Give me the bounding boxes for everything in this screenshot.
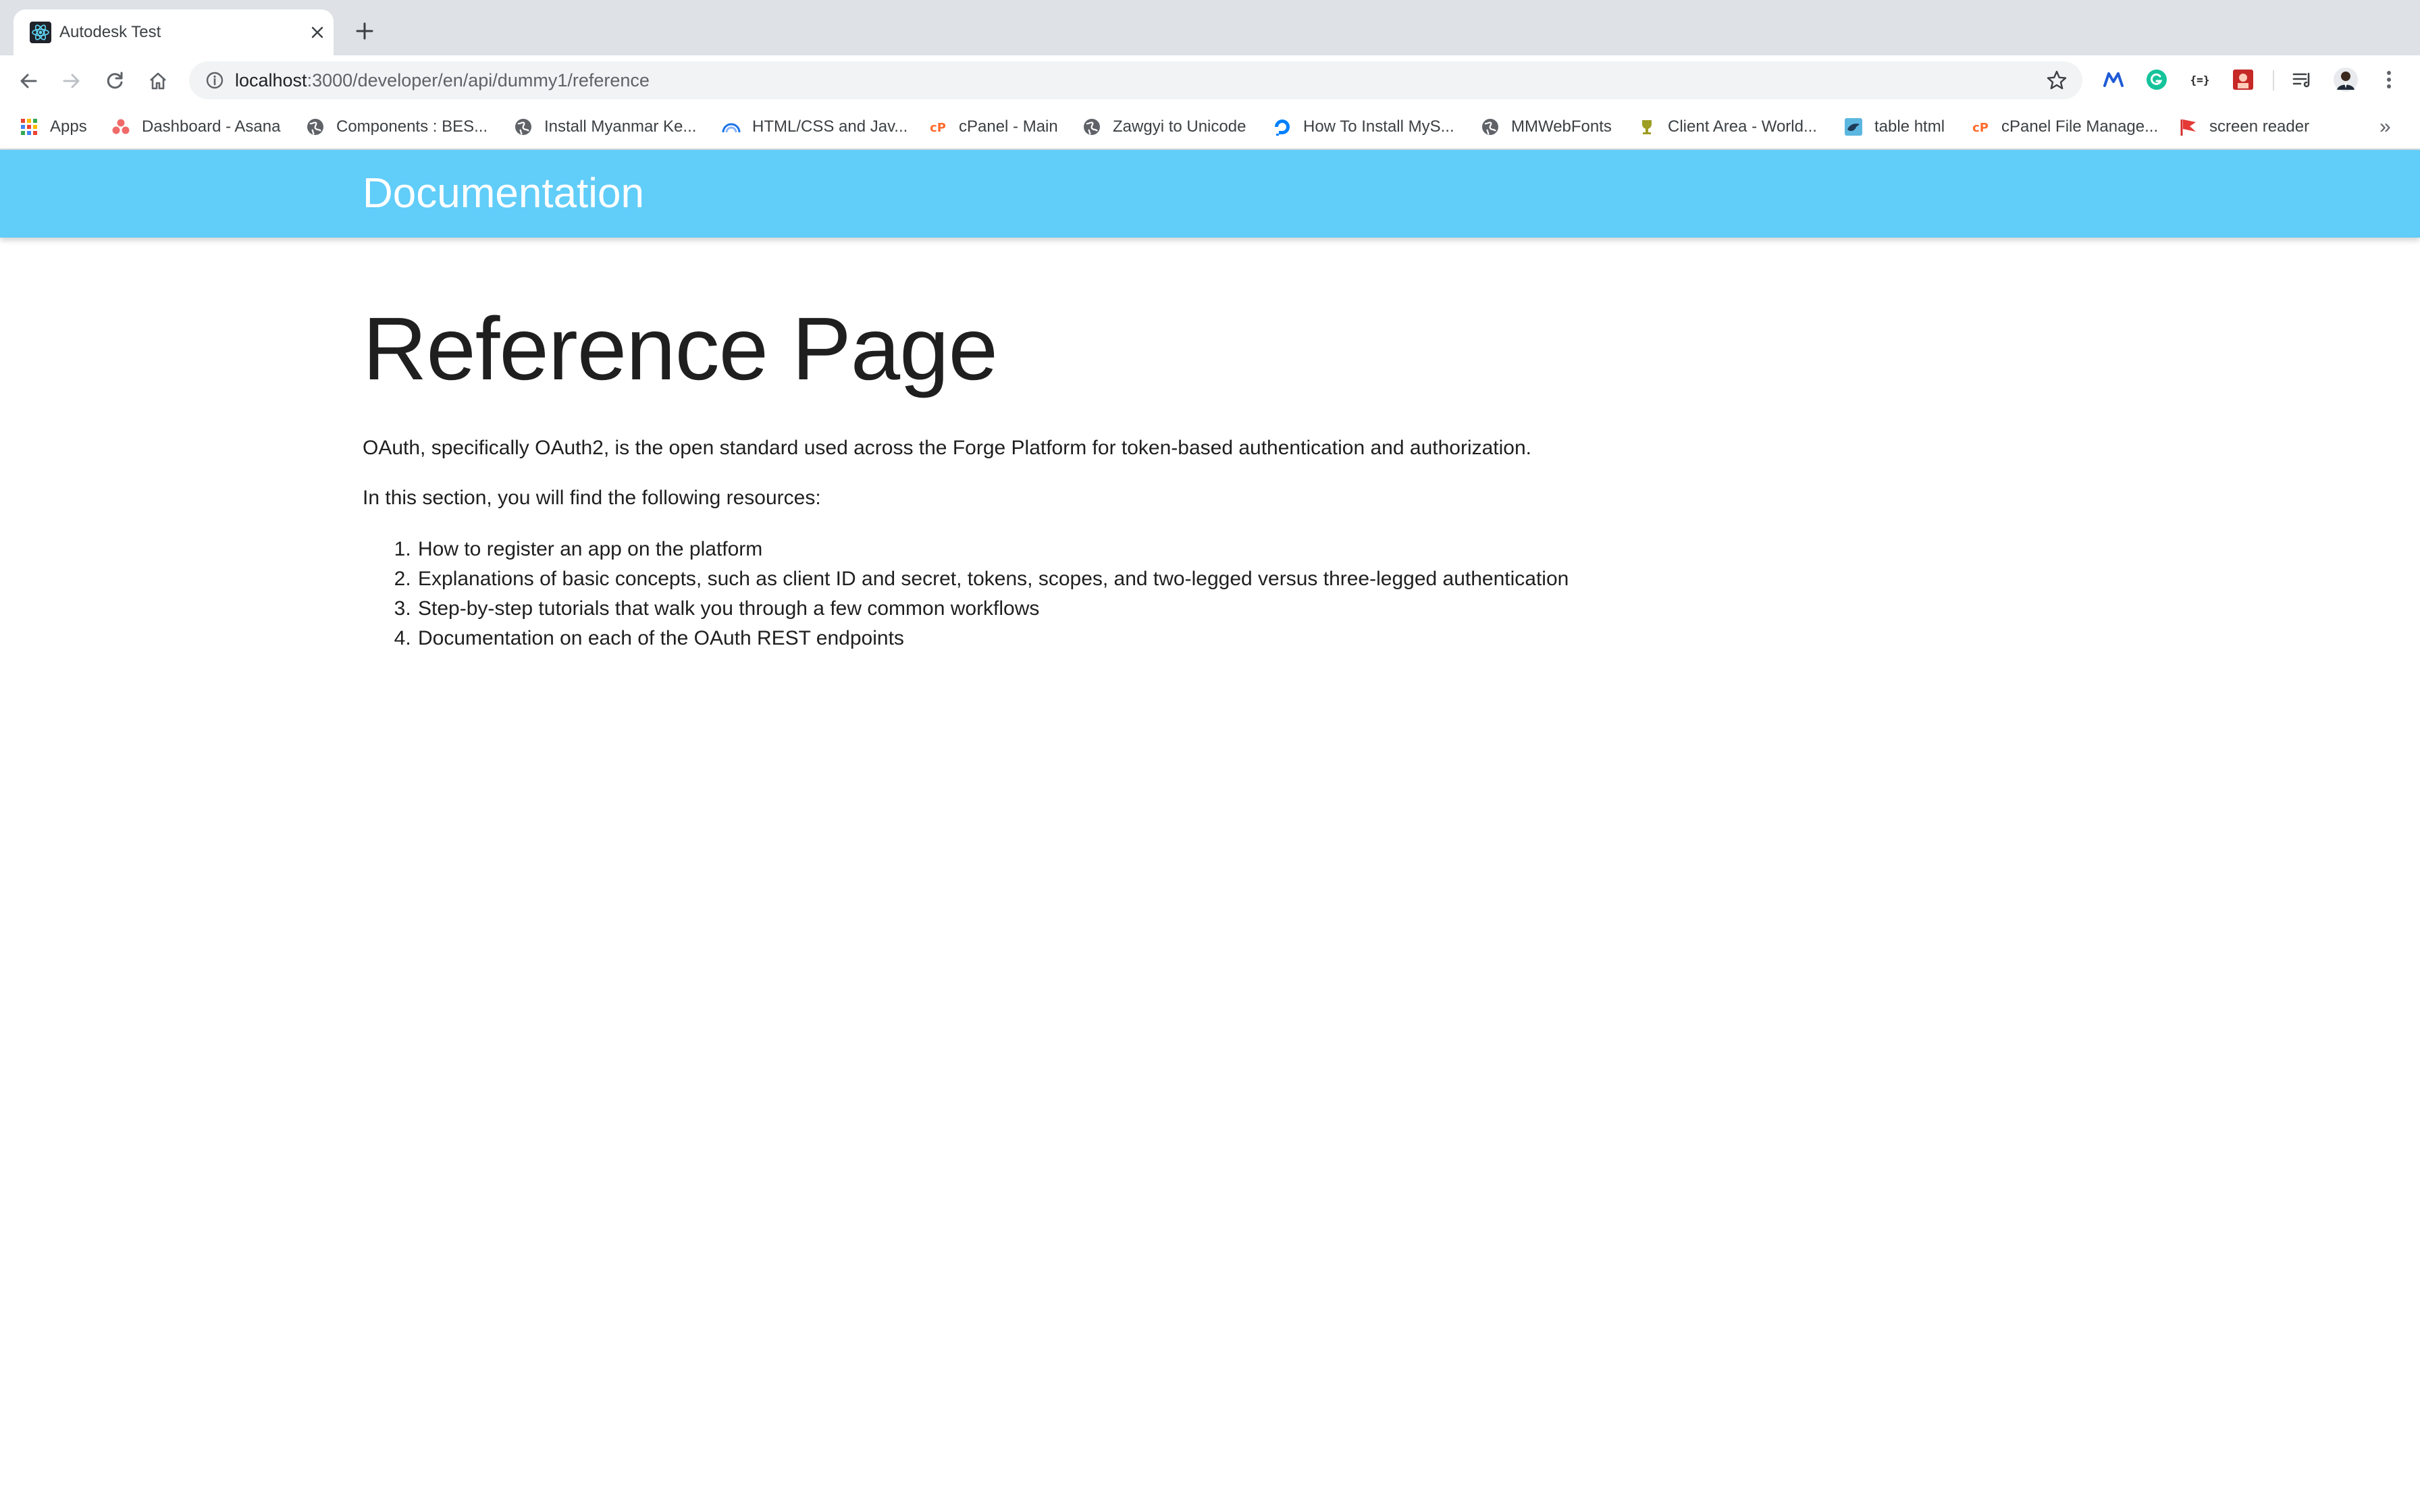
globe-icon [305,117,325,137]
bookmark-screen-reader[interactable]: screen reader [2178,105,2309,148]
globe-icon [1480,117,1500,137]
bookmark-label: Zawgyi to Unicode [1113,117,1246,136]
resources-list: How to register an app on the platform E… [363,535,1983,653]
site-title[interactable]: Documentation [363,150,644,238]
extension-m-icon[interactable] [2100,66,2127,93]
trophy-icon [1637,117,1657,137]
cpanel-icon: cP [928,117,948,137]
bookmark-table-html[interactable]: table html [1843,105,1945,148]
bird-icon [1843,117,1864,137]
bookmark-label: cPanel - Main [959,117,1058,136]
page-title: Reference Page [363,299,998,398]
json-viewer-icon[interactable]: {=} [2186,66,2213,93]
bookmark-label: table html [1874,117,1945,136]
bookmark-client-area[interactable]: Client Area - World... [1637,105,1817,148]
url-text: localhost:3000/developer/en/api/dummy1/r… [235,61,650,99]
bookmark-components[interactable]: Components : BES... [305,105,488,148]
red-extension-icon[interactable] [2230,66,2257,93]
asana-icon [111,117,131,137]
bookmark-label: cPanel File Manage... [2001,117,2159,136]
reading-list-icon[interactable] [2289,66,2316,93]
bookmark-label: Client Area - World... [1668,117,1817,136]
browser-toolbar: localhost:3000/developer/en/api/dummy1/r… [0,55,2420,105]
bookmark-asana[interactable]: Dashboard - Asana [111,105,280,148]
bookmark-cpanel-file-manager[interactable]: cP cPanel File Manage... [1970,105,2158,148]
close-icon[interactable] [308,23,327,42]
site-header: Documentation [0,150,2420,238]
avatar[interactable] [2332,66,2359,93]
back-arrow-icon[interactable] [14,66,43,96]
bookmark-label: Dashboard - Asana [142,117,281,136]
apps-grid-icon [19,117,39,137]
bookmark-cpanel-main[interactable]: cP cPanel - Main [928,105,1058,148]
grammarly-icon[interactable] [2143,66,2170,93]
bookmark-label: How To Install MyS... [1303,117,1454,136]
bookmark-html-css[interactable]: HTML/CSS and Jav... [721,105,908,148]
rainbow-icon [721,117,741,137]
react-icon [30,22,51,43]
svg-text:cP: cP [1972,121,1989,135]
globe-icon [1082,117,1102,137]
tab-title: Autodesk Test [59,23,161,41]
more-vert-icon[interactable] [2375,66,2402,93]
forward-arrow-icon[interactable] [57,66,86,96]
svg-text:{=}: {=} [2190,74,2210,86]
browser-tab[interactable]: Autodesk Test [14,9,334,55]
bookmark-label: MMWebFonts [1511,117,1612,136]
bookmark-label: Apps [50,117,87,136]
bookmark-install-mysql[interactable]: How To Install MyS... [1272,105,1454,148]
address-bar[interactable]: localhost:3000/developer/en/api/dummy1/r… [189,61,2082,99]
list-item: Documentation on each of the OAuth REST … [417,624,1983,653]
flag-icon [2178,117,2199,137]
plus-icon[interactable] [351,18,378,45]
bookmark-label: HTML/CSS and Jav... [752,117,908,136]
globe-icon [513,117,533,137]
bookmark-label: Components : BES... [336,117,488,136]
bookmark-mmwebfonts[interactable]: MMWebFonts [1480,105,1612,148]
svg-text:cP: cP [930,121,946,135]
digitalocean-icon [1272,117,1292,137]
toolbar-divider [2273,70,2274,90]
home-icon[interactable] [143,66,173,96]
url-path: :3000/developer/en/api/dummy1/reference [307,70,650,90]
bookmarks-bar: Apps Dashboard - Asana Components : BES.… [0,105,2420,150]
list-item: How to register an app on the platform [417,535,1983,564]
bookmark-label: screen reader [2209,117,2310,136]
url-host: localhost [235,70,307,90]
intro-paragraph: OAuth, specifically OAuth2, is the open … [363,437,1532,459]
list-item: Explanations of basic concepts, such as … [417,564,1983,594]
bookmark-install-myanmar[interactable]: Install Myanmar Ke... [513,105,696,148]
cpanel-icon: cP [1970,117,1991,137]
reload-icon[interactable] [100,66,130,96]
main-content: Reference Page OAuth, specifically OAuth… [363,292,1983,653]
lead-paragraph: In this section, you will find the follo… [363,487,821,509]
info-icon[interactable] [205,71,224,90]
star-icon[interactable] [2046,70,2068,91]
web-page: Documentation Reference Page OAuth, spec… [0,150,2420,1512]
list-item: Step-by-step tutorials that walk you thr… [417,594,1983,624]
tab-strip: Autodesk Test [0,0,2420,55]
chevron-double-right-icon[interactable]: » [2379,105,2391,148]
bookmark-apps[interactable]: Apps [19,105,87,148]
bookmark-zawgyi[interactable]: Zawgyi to Unicode [1082,105,1246,148]
bookmark-label: Install Myanmar Ke... [544,117,697,136]
